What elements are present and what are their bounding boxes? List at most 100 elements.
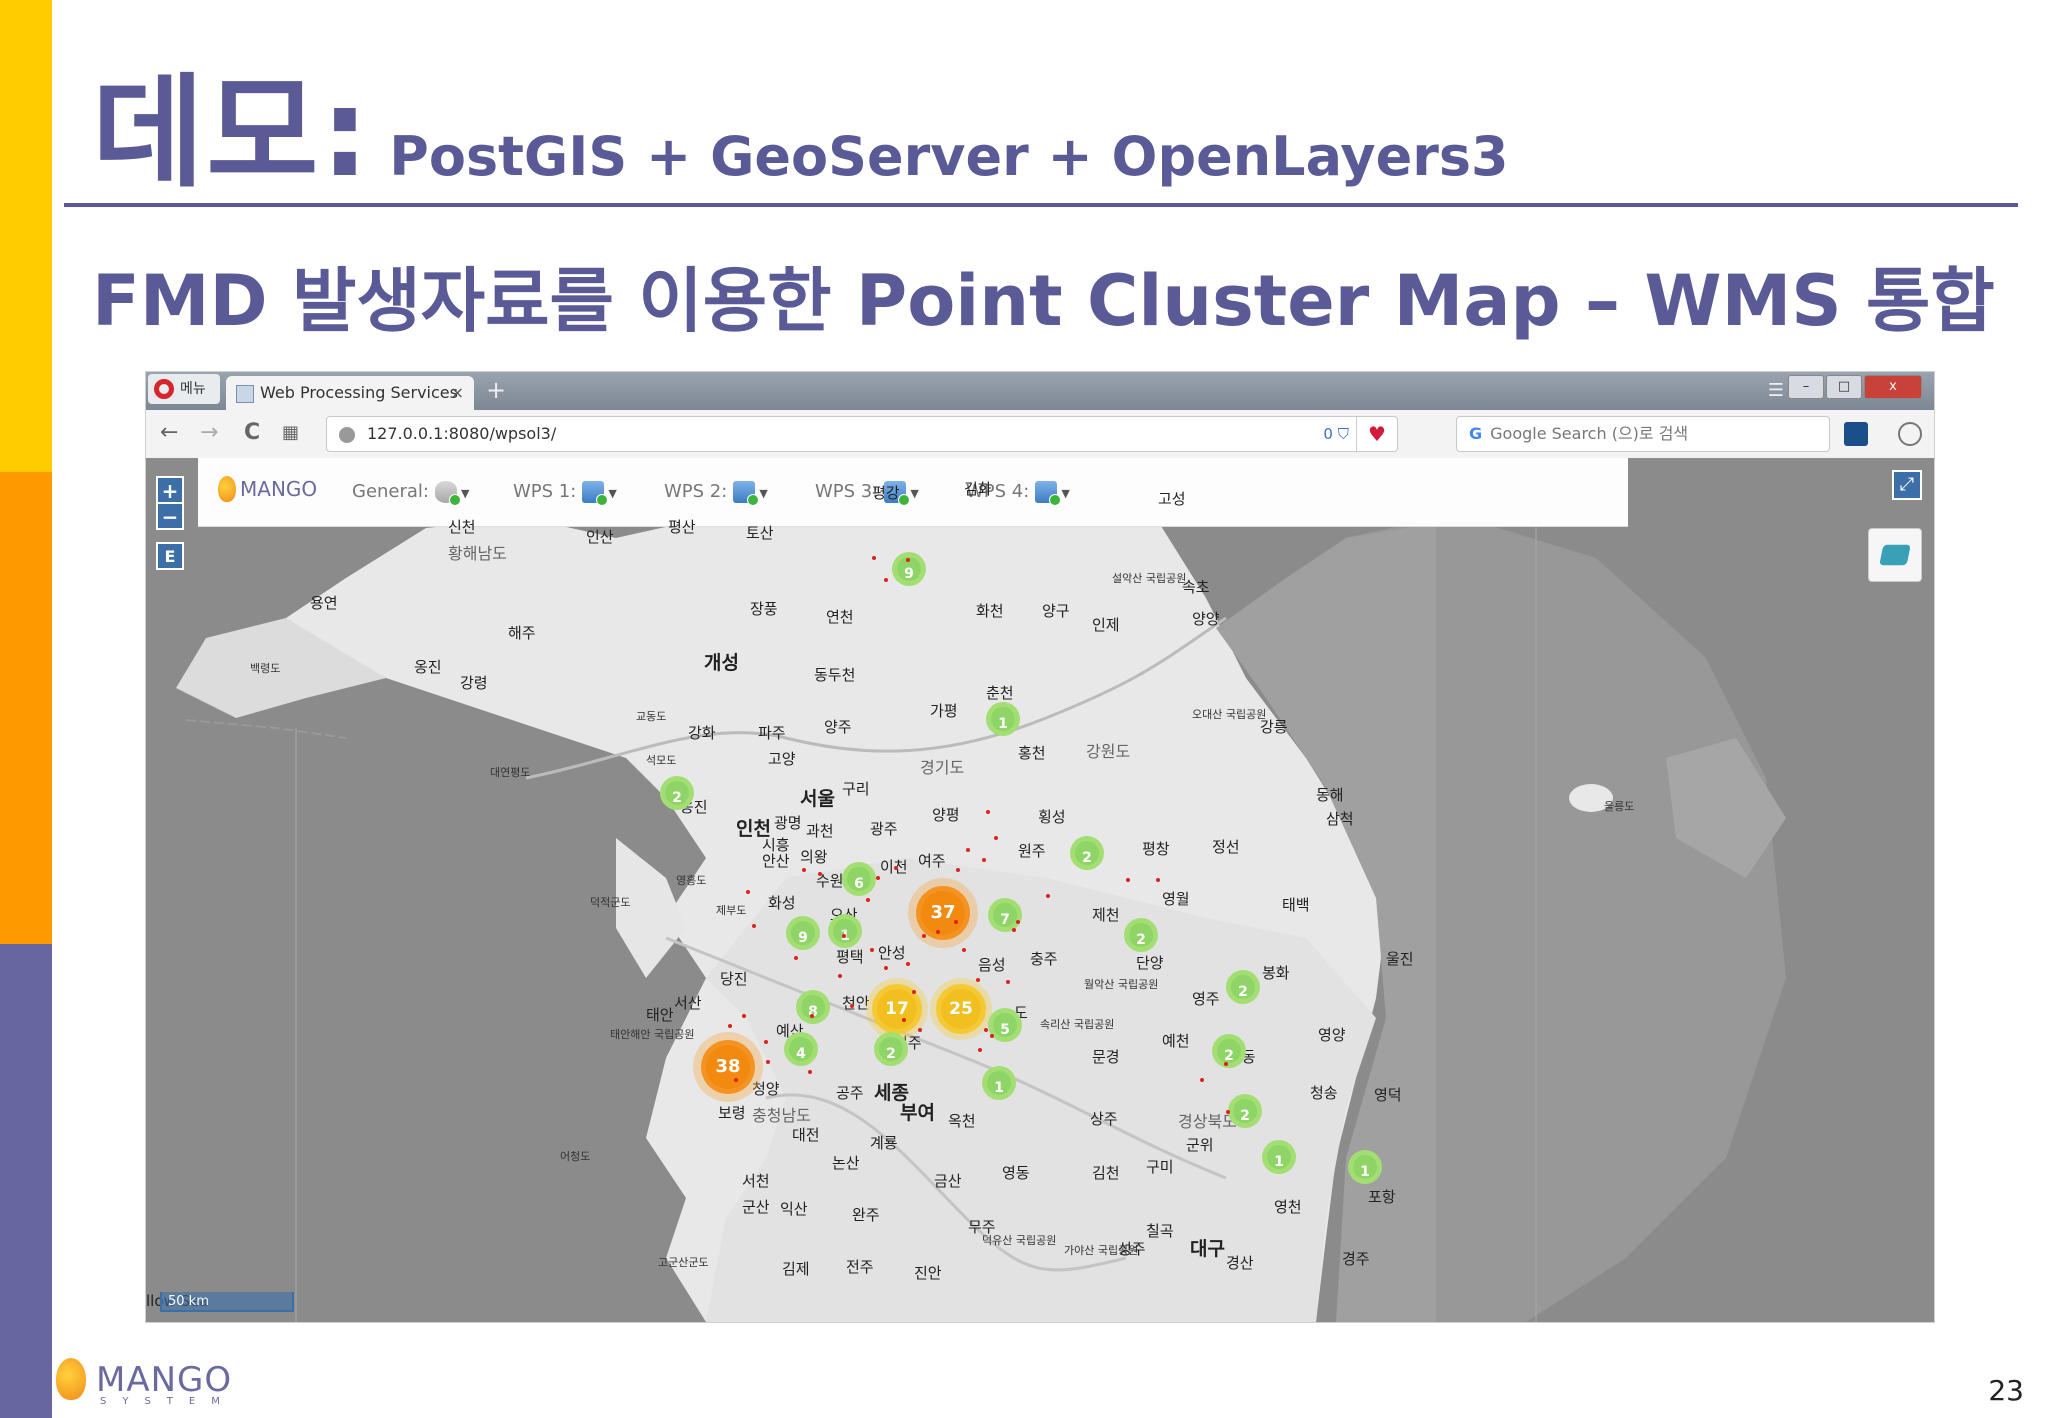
map-place-label: 포항 xyxy=(1368,1188,1396,1206)
cluster-marker[interactable]: 4 xyxy=(784,1032,818,1066)
cluster-marker[interactable]: 6 xyxy=(842,862,876,896)
cluster-marker[interactable]: 38 xyxy=(701,1040,755,1094)
fullscreen-button[interactable]: ⤢ xyxy=(1892,470,1922,500)
bookmark-heart-icon[interactable]: ♥ xyxy=(1356,417,1397,451)
map-place-label: 횡성 xyxy=(1038,808,1066,826)
cluster-marker[interactable]: 2 xyxy=(1124,918,1158,952)
cluster-marker[interactable]: 1 xyxy=(986,702,1020,736)
new-tab-button[interactable]: + xyxy=(486,376,506,404)
outbreak-point xyxy=(982,858,986,862)
map-place-label: 광명 xyxy=(774,814,802,832)
chevron-down-icon: ▼ xyxy=(608,487,617,500)
map-place-label: 대전 xyxy=(792,1126,820,1144)
chevron-down-icon: ▼ xyxy=(759,487,768,500)
map-place-label: 영양 xyxy=(1318,1026,1346,1044)
cluster-marker[interactable]: 9 xyxy=(786,916,820,950)
tool-wps2[interactable]: WPS 2: ▼ xyxy=(664,478,768,506)
cube-icon xyxy=(733,481,760,506)
map-place-label: 익산 xyxy=(780,1200,808,1218)
outbreak-point xyxy=(894,866,898,870)
cluster-marker[interactable]: 1 xyxy=(1348,1150,1382,1184)
cluster-marker[interactable]: 8 xyxy=(796,990,830,1024)
outbreak-point xyxy=(734,1078,738,1082)
layer-switcher-icon[interactable] xyxy=(1868,528,1922,582)
cube-icon xyxy=(582,481,609,506)
map-place-label: 진안 xyxy=(914,1264,942,1282)
map-place-label: 안산 xyxy=(762,852,790,870)
outbreak-point xyxy=(962,948,966,952)
map-place-label: 음성 xyxy=(978,956,1006,974)
cluster-marker[interactable]: 1 xyxy=(1262,1140,1296,1174)
tool-general[interactable]: General: ▼ xyxy=(352,478,469,506)
map-place-label: 영천 xyxy=(1274,1198,1302,1216)
cluster-marker[interactable]: 2 xyxy=(660,776,694,810)
map-place-label: 가평 xyxy=(930,702,958,720)
zoom-in-button[interactable]: + xyxy=(156,476,184,504)
tool-wps1[interactable]: WPS 1: ▼ xyxy=(513,478,617,506)
outbreak-point xyxy=(764,1040,768,1044)
tab-close-icon[interactable]: × xyxy=(451,376,464,410)
cluster-marker[interactable]: 2 xyxy=(1228,1094,1262,1128)
cluster-marker[interactable]: 1 xyxy=(828,914,862,948)
browser-tab[interactable]: Web Processing Services × xyxy=(226,376,474,410)
back-button[interactable]: ← xyxy=(160,420,178,445)
map-place-label: 정선 xyxy=(1212,838,1240,856)
maximize-button[interactable]: □ xyxy=(1826,375,1862,399)
cluster-marker[interactable]: 2 xyxy=(874,1032,908,1066)
map-view[interactable]: + − E MANGO General: ▼ WPS 1: ▼ WPS 2: ▼ WP… xyxy=(146,458,1934,1322)
minimize-button[interactable]: – xyxy=(1788,375,1824,399)
tab-favicon-icon xyxy=(236,384,254,403)
map-place-label: 영월 xyxy=(1162,890,1190,908)
map-place-label: 동두천 xyxy=(814,666,856,684)
edit-button[interactable]: E xyxy=(156,542,184,570)
tab-menu-icon[interactable]: ☰ xyxy=(1768,380,1784,401)
outbreak-point xyxy=(866,898,870,902)
map-place-label: 고성 xyxy=(1158,490,1186,508)
cluster-marker[interactable]: 7 xyxy=(988,898,1022,932)
speed-dial-icon[interactable]: ▦ xyxy=(282,422,299,443)
outbreak-point xyxy=(884,966,888,970)
cluster-marker[interactable]: 37 xyxy=(916,886,970,940)
forward-button[interactable]: → xyxy=(200,420,218,445)
map-place-label: 단양 xyxy=(1136,954,1164,972)
download-icon[interactable] xyxy=(1898,422,1922,446)
map-place-label: 여주 xyxy=(918,852,946,870)
cluster-marker[interactable]: 2 xyxy=(1226,970,1260,1004)
map-place-label: 월악산 국립공원 xyxy=(1084,978,1159,991)
outbreak-point xyxy=(966,848,970,852)
cluster-marker[interactable]: 2 xyxy=(1070,836,1104,870)
adblock-count: 0 xyxy=(1323,425,1333,443)
cluster-marker[interactable]: 2 xyxy=(1212,1034,1246,1068)
reload-button[interactable]: C xyxy=(244,420,260,445)
map-place-label: 속초 xyxy=(1182,578,1210,596)
zoom-out-button[interactable]: − xyxy=(156,502,184,530)
map-place-label: 천안 xyxy=(842,994,870,1012)
tool-label: General: xyxy=(352,481,430,502)
cluster-marker[interactable]: 1 xyxy=(982,1066,1016,1100)
mango-fruit-icon xyxy=(56,1358,86,1400)
map-place-label: 연천 xyxy=(826,608,854,626)
chevron-down-icon: ▼ xyxy=(1061,487,1070,500)
map-place-label: 계룡 xyxy=(870,1134,898,1152)
map-place-label: 광주 xyxy=(870,820,898,838)
search-field[interactable]: G Google Search (으)로 검색 xyxy=(1456,416,1830,452)
opera-menu-button[interactable]: 메뉴 xyxy=(148,374,220,404)
extension-icon[interactable] xyxy=(1844,422,1868,446)
outbreak-point xyxy=(1200,1078,1204,1082)
adblock-shield-icon[interactable]: 0 ⛉ xyxy=(1323,417,1349,451)
map-place-label: 영동 xyxy=(1002,1164,1030,1182)
outbreak-point xyxy=(766,1060,770,1064)
cluster-marker[interactable]: 9 xyxy=(892,552,926,586)
site-info-icon[interactable] xyxy=(339,426,355,443)
cluster-marker[interactable]: 25 xyxy=(936,984,986,1034)
tool-wps3[interactable]: WPS 3: ▼ xyxy=(815,478,919,506)
outbreak-point xyxy=(1126,878,1130,882)
close-window-button[interactable]: x xyxy=(1864,375,1922,399)
search-placeholder: Google Search (으)로 검색 xyxy=(1490,424,1689,443)
outbreak-point xyxy=(912,990,916,994)
opera-logo-icon xyxy=(154,379,174,399)
outbreak-point xyxy=(978,1048,982,1052)
url-field[interactable]: 127.0.0.1:8080/wpsol3/ 0 ⛉ ♥ xyxy=(326,416,1398,452)
map-place-label: 평강 xyxy=(872,484,900,502)
map-place-label: 울진 xyxy=(1386,950,1414,968)
